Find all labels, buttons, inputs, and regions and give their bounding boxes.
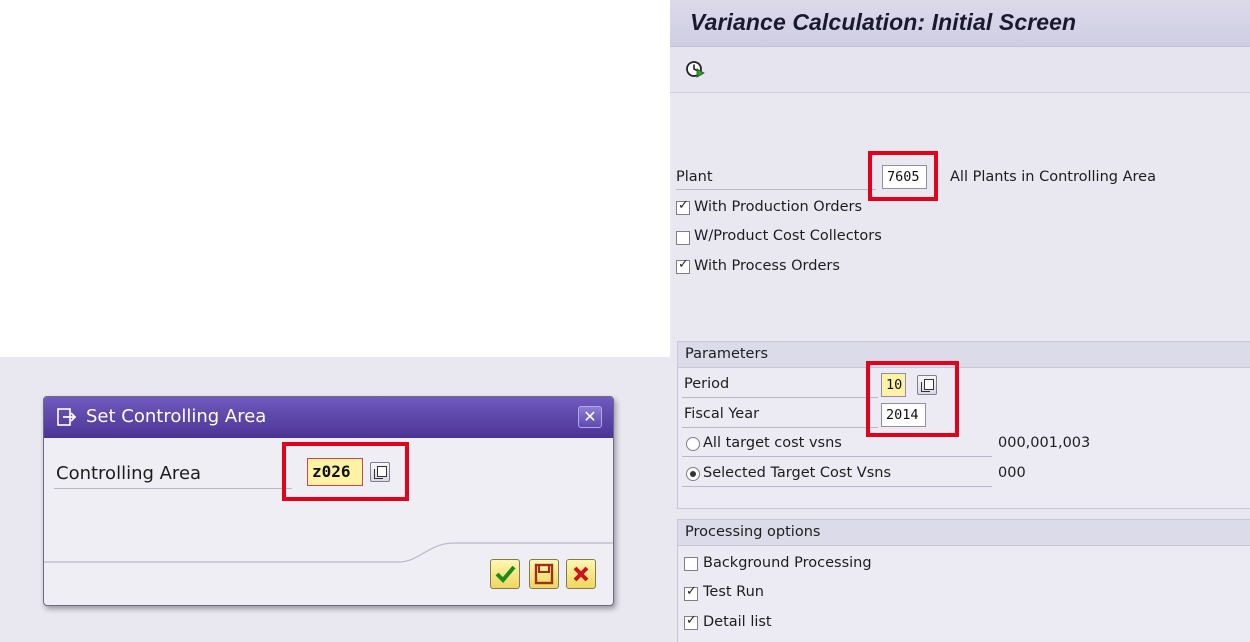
dialog-title-bar: Set Controlling Area ✕ (44, 397, 613, 438)
check-mark-icon: ✓ (686, 584, 697, 599)
with-process-orders-checkbox[interactable]: ✓ (676, 257, 690, 274)
all-target-cost-radio[interactable] (686, 437, 700, 451)
fiscal-year-label: Fiscal Year (684, 406, 760, 422)
dialog-footer-curve (44, 542, 613, 563)
period-year-highlight-box (866, 361, 959, 437)
set-controlling-area-dialog: Set Controlling Area ✕ Controlling Area … (43, 396, 614, 606)
all-plants-label: All Plants in Controlling Area (950, 169, 1156, 185)
check-mark-icon: ✓ (686, 613, 697, 628)
selected-target-cost-radio[interactable] (686, 467, 700, 481)
product-cost-collectors-checkbox[interactable] (676, 231, 690, 245)
parameters-group: Parameters (677, 341, 1250, 509)
check-mark-icon: ✓ (678, 198, 689, 213)
background-processing-checkbox[interactable] (684, 557, 698, 571)
fiscal-year-underline (682, 427, 878, 428)
detail-list-label: Detail list (703, 614, 772, 630)
save-button[interactable] (529, 559, 559, 589)
period-label: Period (684, 376, 730, 392)
all-target-underline (682, 456, 992, 457)
screen-title-bar: Variance Calculation: Initial Screen (670, 0, 1250, 47)
save-disk-icon (534, 563, 554, 585)
radio-selected-dot (690, 471, 696, 477)
parameters-header: Parameters (678, 342, 1250, 368)
plant-highlight-box (868, 151, 938, 201)
controlling-area-highlight-box (282, 442, 409, 501)
screen-title: Variance Calculation: Initial Screen (690, 9, 1077, 35)
check-mark-icon: ✓ (678, 257, 689, 272)
test-run-label: Test Run (703, 584, 764, 600)
screenshot-stage: Variance Calculation: Initial Screen Pla… (0, 0, 1250, 642)
selected-target-cost-label: Selected Target Cost Vsns (703, 465, 891, 481)
selected-target-underline (682, 486, 992, 487)
plant-underline (676, 189, 876, 190)
execute-clock-icon[interactable] (684, 58, 706, 80)
plant-label: Plant (676, 169, 713, 185)
cancel-button[interactable] (566, 559, 596, 589)
processing-options-title: Processing options (685, 524, 821, 540)
dialog-title: Set Controlling Area (86, 406, 267, 427)
selected-target-cost-value: 000 (998, 465, 1026, 481)
product-cost-collectors-label: W/Product Cost Collectors (694, 228, 882, 244)
cancel-x-icon (573, 566, 589, 582)
parameters-title: Parameters (685, 346, 768, 362)
variance-calculation-screen: Variance Calculation: Initial Screen Pla… (670, 0, 1250, 642)
test-run-checkbox[interactable]: ✓ (684, 584, 698, 601)
background-processing-label: Background Processing (703, 555, 872, 571)
processing-options-header: Processing options (678, 520, 1250, 546)
all-target-cost-label: All target cost vsns (703, 435, 842, 451)
detail-list-checkbox[interactable]: ✓ (684, 613, 698, 630)
confirm-button[interactable] (490, 559, 520, 589)
dialog-enter-icon (57, 408, 77, 426)
controlling-area-label: Controlling Area (56, 463, 202, 484)
with-production-orders-label: With Production Orders (694, 199, 863, 215)
period-underline (682, 397, 878, 398)
close-icon[interactable]: ✕ (578, 406, 602, 428)
application-toolbar (670, 47, 1250, 93)
controlling-area-underline (54, 488, 292, 489)
with-production-orders-checkbox[interactable]: ✓ (676, 198, 690, 215)
with-process-orders-label: With Process Orders (694, 258, 840, 274)
all-target-cost-value: 000,001,003 (998, 435, 1091, 451)
confirm-check-icon (495, 565, 516, 583)
